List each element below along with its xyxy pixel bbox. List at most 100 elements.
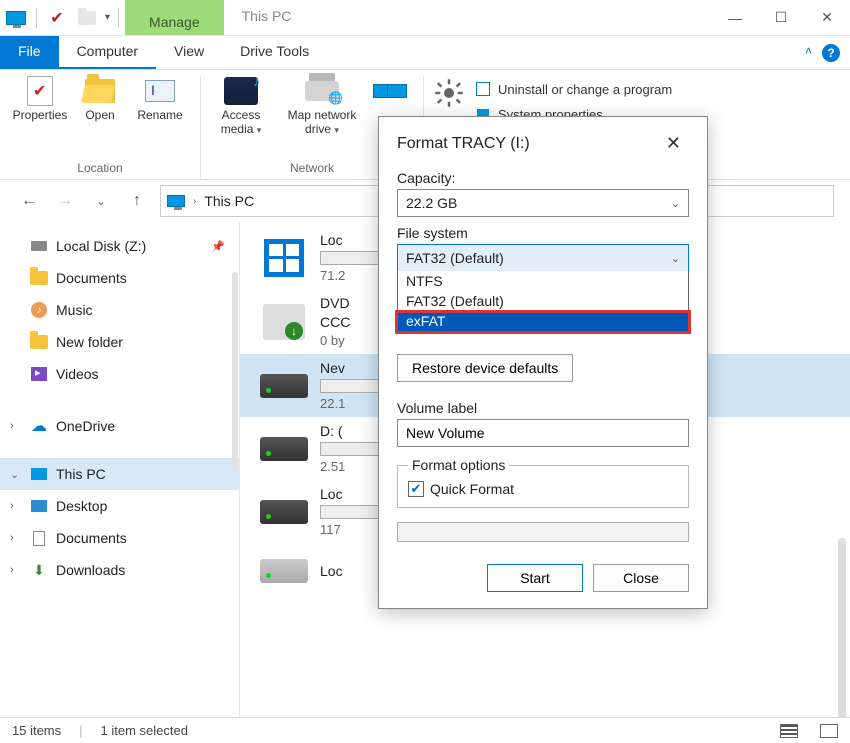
- folder-icon: [30, 333, 48, 351]
- network-button[interactable]: [373, 76, 413, 106]
- properties-button[interactable]: Properties: [10, 76, 70, 123]
- window-controls: ― ☐ ✕: [712, 0, 850, 35]
- sidebar-item-documents-2[interactable]: ›Documents: [0, 522, 239, 554]
- capacity-select[interactable]: 22.2 GB ⌄: [397, 189, 689, 217]
- file-tab[interactable]: File: [0, 36, 59, 69]
- help-icon[interactable]: ?: [822, 44, 840, 62]
- capacity-value: 22.2 GB: [406, 195, 457, 211]
- cloud-icon: ☁: [30, 417, 48, 435]
- open-folder-icon: [83, 76, 117, 106]
- minimize-button[interactable]: ―: [712, 0, 758, 35]
- label: Rename: [137, 109, 182, 123]
- open-button[interactable]: Open: [78, 76, 122, 123]
- gear-icon[interactable]: [434, 78, 464, 111]
- dialog-close-button[interactable]: ✕: [658, 131, 689, 156]
- navigation-pane: Local Disk (Z:)📌 Documents ♪ Music New fo…: [0, 222, 240, 717]
- group-label: Network: [290, 161, 334, 175]
- document-icon: [30, 529, 48, 547]
- music-icon: ♪: [30, 301, 48, 319]
- fs-option-fat32[interactable]: FAT32 (Default): [398, 291, 688, 311]
- checkbox-checked-icon: ✔: [408, 481, 424, 497]
- chevron-down-icon: ⌄: [671, 197, 680, 210]
- uninstall-program-button[interactable]: Uninstall or change a program: [470, 78, 676, 100]
- quick-format-checkbox[interactable]: ✔ Quick Format: [408, 481, 678, 497]
- content-scrollbar[interactable]: [838, 538, 846, 717]
- chevron-down-icon[interactable]: ⌄: [10, 468, 19, 481]
- sidebar-item-music[interactable]: ♪ Music: [0, 294, 239, 326]
- back-button[interactable]: ←: [16, 188, 42, 214]
- window-title: This PC: [224, 0, 310, 35]
- chevron-right-icon[interactable]: ›: [10, 532, 14, 544]
- this-pc-icon: [167, 195, 185, 207]
- capacity-label: Capacity:: [397, 170, 689, 186]
- filesystem-select[interactable]: FAT32 (Default) ⌄: [397, 244, 689, 272]
- selection-count: 1 item selected: [101, 723, 188, 738]
- start-button[interactable]: Start: [487, 564, 583, 592]
- volume-label-label: Volume label: [397, 400, 689, 416]
- qat-dropdown-icon[interactable]: ▾: [105, 12, 110, 23]
- chevron-right-icon[interactable]: ›: [10, 420, 14, 432]
- label: Map network drive ▾: [279, 109, 365, 137]
- close-dialog-button[interactable]: Close: [593, 564, 689, 592]
- rename-button[interactable]: Rename: [130, 76, 190, 123]
- new-folder-qat-icon[interactable]: [75, 6, 99, 30]
- media-icon: [224, 76, 258, 106]
- breadcrumb[interactable]: This PC: [204, 193, 254, 209]
- forward-button[interactable]: →: [52, 188, 78, 214]
- uninstall-icon: [474, 80, 492, 98]
- hdd-icon: [258, 549, 310, 593]
- up-button[interactable]: ↑: [124, 188, 150, 214]
- label: Music: [56, 302, 93, 318]
- pin-icon: 📌: [211, 240, 225, 253]
- this-pc-icon: [30, 465, 48, 483]
- ribbon-tabs: File Computer View Drive Tools ˄ ?: [0, 36, 850, 70]
- sidebar-item-videos[interactable]: Videos: [0, 358, 239, 390]
- contextual-tab-manage[interactable]: Manage: [125, 0, 224, 35]
- label: OneDrive: [56, 418, 115, 434]
- label: Uninstall or change a program: [498, 82, 672, 97]
- format-options-group: Format options ✔ Quick Format: [397, 457, 689, 508]
- details-view-icon[interactable]: [780, 724, 798, 738]
- sidebar-item-local-disk-z[interactable]: Local Disk (Z:)📌: [0, 230, 239, 262]
- fs-option-exfat[interactable]: exFAT: [398, 311, 688, 331]
- item-count: 15 items: [12, 723, 61, 738]
- label: Access media ▾: [211, 109, 271, 137]
- sidebar-item-new-folder[interactable]: New folder: [0, 326, 239, 358]
- sidebar-item-downloads[interactable]: › ⬇ Downloads: [0, 554, 239, 586]
- video-icon: [30, 365, 48, 383]
- label: Documents: [56, 270, 127, 286]
- label: Open: [85, 109, 114, 123]
- sidebar-item-desktop[interactable]: ›Desktop: [0, 490, 239, 522]
- close-button[interactable]: ✕: [804, 0, 850, 35]
- chevron-right-icon[interactable]: ›: [10, 500, 14, 512]
- download-icon: ⬇: [30, 561, 48, 579]
- sidebar-item-documents[interactable]: Documents: [0, 262, 239, 294]
- access-media-button[interactable]: Access media ▾: [211, 76, 271, 137]
- properties-qat-icon[interactable]: ✔: [45, 6, 69, 30]
- sidebar-scrollbar[interactable]: [232, 272, 238, 472]
- sidebar-item-this-pc[interactable]: ⌄This PC: [0, 458, 239, 490]
- label: Properties: [13, 109, 68, 123]
- separator: [118, 8, 119, 28]
- restore-defaults-button[interactable]: Restore device defaults: [397, 354, 573, 382]
- view-tab[interactable]: View: [156, 36, 222, 69]
- hdd-icon: [30, 237, 48, 255]
- drive-tools-tab[interactable]: Drive Tools: [222, 36, 327, 69]
- chevron-right-icon[interactable]: ›: [10, 564, 14, 576]
- collapse-ribbon-icon[interactable]: ˄: [795, 36, 822, 69]
- label: Downloads: [56, 562, 125, 578]
- computer-tab[interactable]: Computer: [59, 36, 156, 69]
- ribbon-group-location: Properties Open Rename Location: [0, 76, 201, 179]
- fs-option-ntfs[interactable]: NTFS: [398, 271, 688, 291]
- maximize-button[interactable]: ☐: [758, 0, 804, 35]
- volume-label-input[interactable]: [397, 419, 689, 447]
- recent-dropdown-icon[interactable]: ⌄: [88, 188, 114, 214]
- dialog-title: Format TRACY (I:): [397, 135, 530, 153]
- group-label: Location: [77, 161, 122, 175]
- chevron-down-icon: ⌄: [671, 252, 680, 265]
- map-network-drive-button[interactable]: Map network drive ▾: [279, 76, 365, 137]
- format-options-label: Format options: [408, 457, 509, 473]
- filesystem-dropdown: NTFS FAT32 (Default) exFAT: [397, 271, 689, 332]
- large-icons-view-icon[interactable]: [820, 724, 838, 738]
- sidebar-item-onedrive[interactable]: › ☁ OneDrive: [0, 410, 239, 442]
